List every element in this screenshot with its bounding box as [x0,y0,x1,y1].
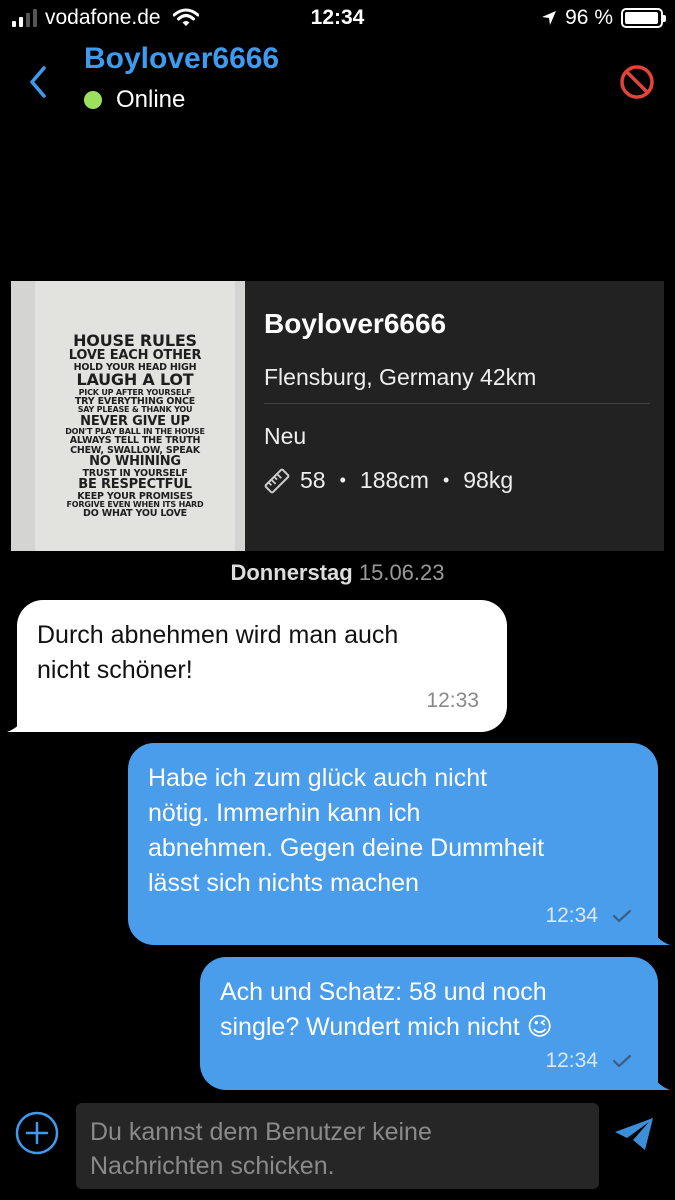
profile-stats: 58 • 188cm • 98kg [264,467,513,494]
online-dot-icon [84,91,102,109]
message-time: 12:34 [545,904,598,927]
date-value: 15.06.23 [358,560,445,585]
poster-line: HOUSE RULES [73,331,197,350]
online-label: Online [116,86,186,113]
add-attachment-icon[interactable] [14,1110,60,1156]
back-chevron-icon[interactable] [24,62,54,102]
check-icon [612,1054,632,1067]
message-meta: 12:34 [545,1043,632,1078]
poster-line: NEVER GIVE UP [80,413,190,429]
message-time: 12:33 [426,689,479,712]
message-incoming[interactable]: Durch abnehmen wird man auch nicht schön… [17,600,507,732]
profile-info: Boylover6666 Flensburg, Germany 42km Neu… [245,281,664,551]
battery-percent: 96 % [565,6,613,29]
message-line: Ach und Schatz: 58 und noch [220,978,547,1006]
message-outgoing[interactable]: Ach und Schatz: 58 und noch single? Wund… [200,957,658,1090]
message-line: Durch abnehmen wird man auch [37,621,399,649]
poster-line: LOVE EACH OTHER [68,348,202,364]
poster-line: DO WHAT YOU LOVE [83,508,187,520]
profile-age: 58 [300,467,326,493]
message-line: nötig. Immerhin kann ich [148,799,421,827]
message-meta: 12:33 [426,683,479,718]
profile-status: Neu [264,423,307,449]
battery-fill [625,12,658,24]
bullet-separator: • [442,470,450,490]
header-username[interactable]: Boylover6666 [84,42,279,76]
composer-line: Nachrichten schicken. [90,1152,335,1180]
profile-divider [264,403,650,404]
status-right: 96 % [541,6,666,30]
message-meta: 12:34 [545,898,632,933]
house-rules-poster: HOUSE RULES LOVE EACH OTHER HOLD YOUR HE… [35,281,235,551]
message-line: Habe ich zum glück auch nicht [148,764,488,792]
battery-icon [621,8,666,28]
date-separator: Donnerstag 15.06.23 [0,560,675,586]
composer-line: Du kannst dem Benutzer keine [90,1118,432,1146]
profile-name: Boylover6666 [264,308,447,339]
ruler-icon [264,468,290,493]
message-line: abnehmen. Gegen deine Dummheit [148,834,545,862]
profile-weight: 98kg [463,467,514,493]
message-line: nicht schöner! [37,656,193,684]
chat-screen: vodafone.de 12:34 96 % Boylover6666 Onli… [0,0,675,1200]
poster-line: NO WHINING [89,454,181,470]
message-line: single? Wundert mich nicht 😉 [220,1013,553,1041]
message-time: 12:34 [545,1049,598,1072]
status-bar: vodafone.de 12:34 96 % [0,0,675,40]
send-icon[interactable] [613,1116,655,1152]
block-icon[interactable] [617,62,657,102]
message-outgoing[interactable]: Habe ich zum glück auch nicht nötig. Imm… [128,743,658,945]
check-icon [612,909,632,922]
message-input[interactable]: Du kannst dem Benutzer keine Nachrichten… [76,1103,599,1189]
poster-line: BE RESPECTFUL [78,477,192,493]
profile-photo[interactable]: HOUSE RULES LOVE EACH OTHER HOLD YOUR HE… [11,281,245,551]
poster-line: LAUGH A LOT [76,370,194,390]
profile-location: Flensburg, Germany 42km [264,364,537,390]
profile-height: 188cm [359,467,429,493]
profile-card[interactable]: HOUSE RULES LOVE EACH OTHER HOLD YOUR HE… [11,281,664,551]
message-line: lässt sich nichts machen [148,869,419,897]
date-day: Donnerstag [230,560,353,585]
bullet-separator: • [339,470,346,490]
location-arrow-icon [542,11,557,25]
online-status: Online [84,86,185,114]
